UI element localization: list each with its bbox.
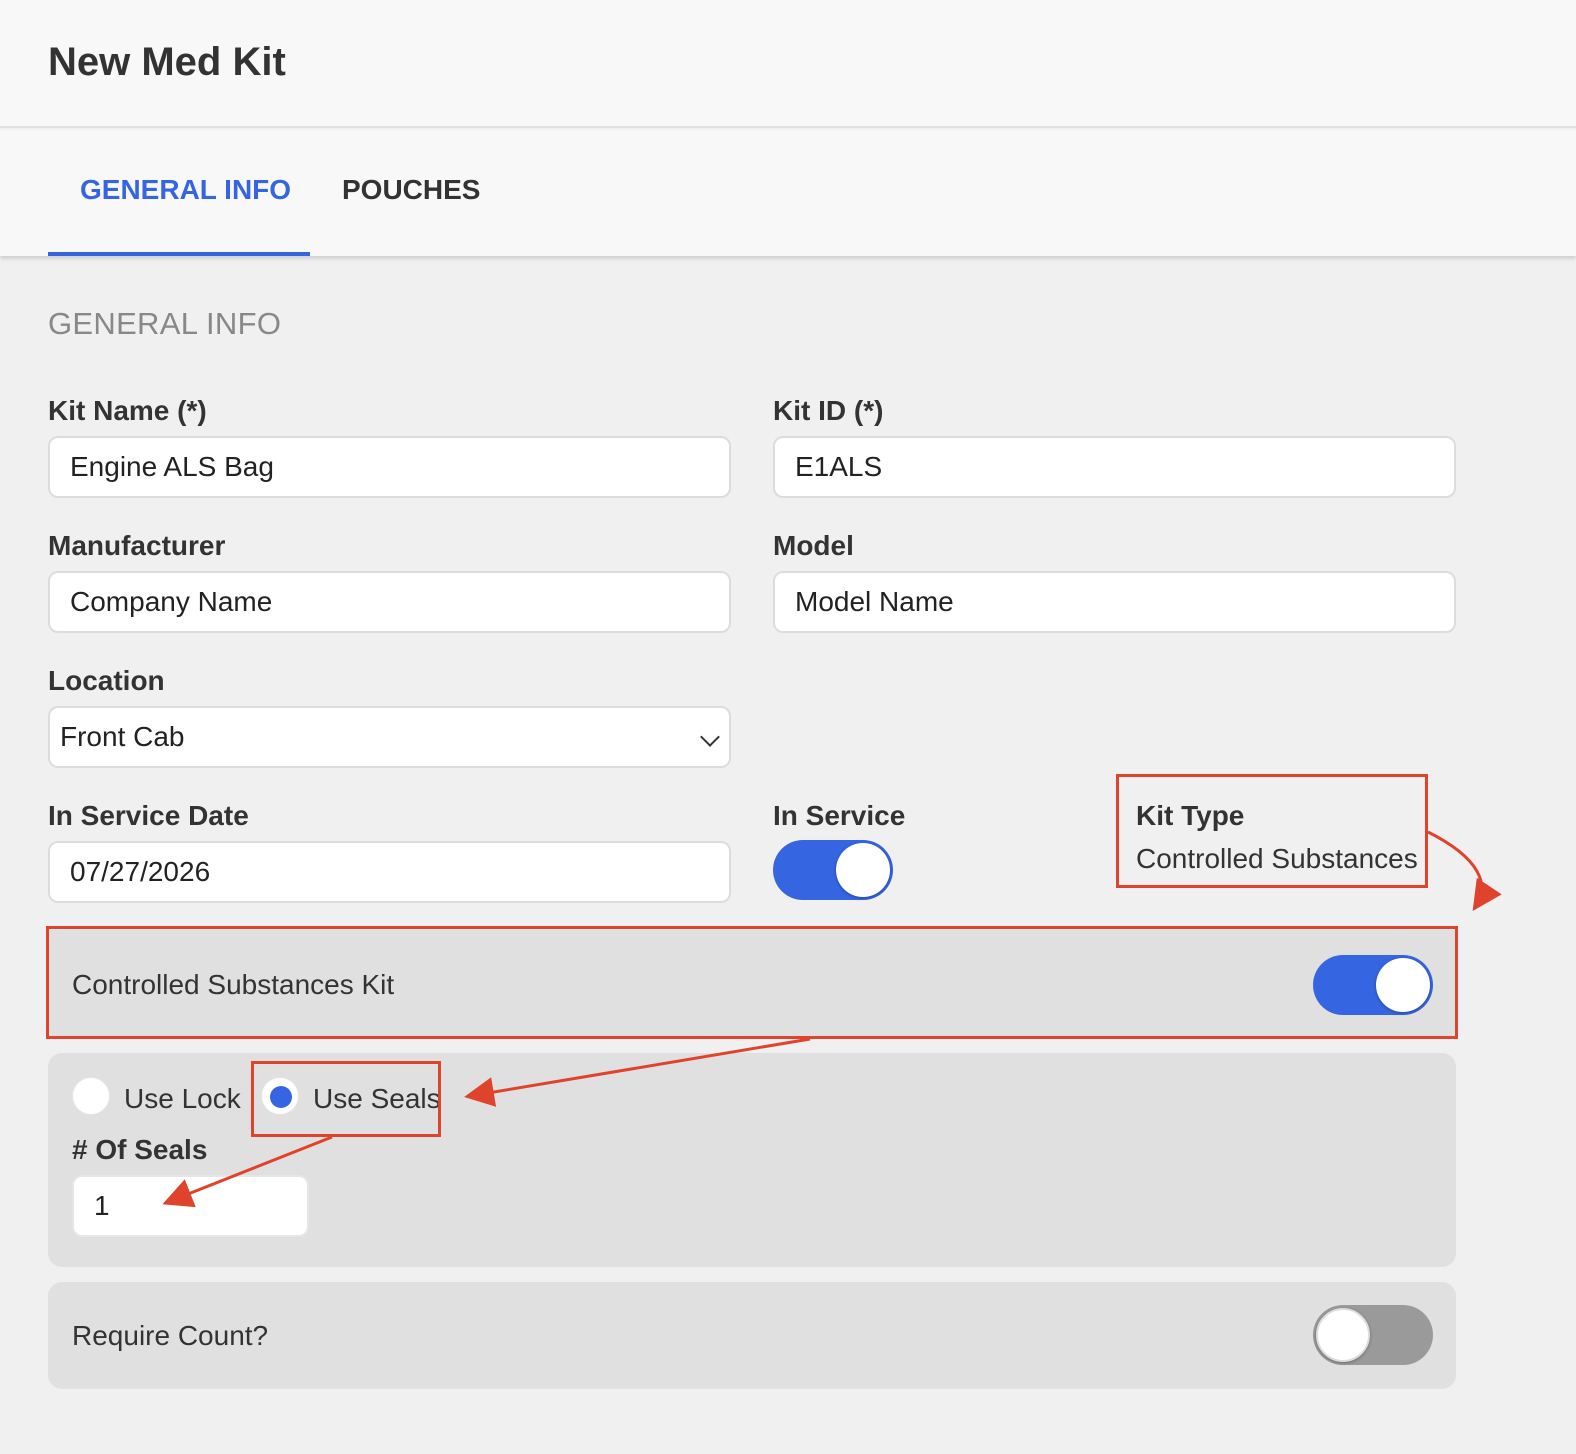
- page-header: New Med Kit: [0, 0, 1576, 128]
- seals-count-label: # Of Seals: [72, 1134, 208, 1165]
- kit-name-label: Kit Name (*): [48, 395, 207, 426]
- security-panel: Use Lock Use Seals # Of Seals: [48, 1053, 1456, 1267]
- seals-count-input[interactable]: [72, 1175, 309, 1237]
- model-label: Model: [773, 530, 854, 561]
- toggle-knob: [836, 843, 890, 897]
- tab-pouches[interactable]: POUCHES: [342, 174, 480, 206]
- kit-type-label: Kit Type: [1136, 800, 1245, 831]
- manufacturer-input[interactable]: [48, 571, 731, 633]
- in-service-date-input[interactable]: [48, 841, 731, 903]
- require-count-label: Require Count?: [72, 1320, 269, 1351]
- arrow-kit-type-to-panel: [1427, 830, 1502, 911]
- use-seals-radio[interactable]: [261, 1077, 299, 1115]
- controlled-substances-panel: Controlled Substances Kit: [48, 930, 1456, 1038]
- toggle-knob: [1376, 958, 1430, 1012]
- toggle-knob: [1316, 1308, 1370, 1362]
- location-select[interactable]: Front Cab: [48, 706, 731, 768]
- controlled-substances-label: Controlled Substances Kit: [72, 969, 395, 1000]
- kit-type-value: Controlled Substances: [1136, 843, 1418, 874]
- chevron-down-icon: [700, 727, 720, 747]
- kit-id-input[interactable]: [773, 436, 1456, 498]
- use-lock-label: Use Lock: [124, 1083, 241, 1114]
- in-service-toggle[interactable]: [773, 840, 893, 900]
- tab-general-info[interactable]: GENERAL INFO: [80, 174, 291, 206]
- use-seals-label: Use Seals: [313, 1083, 441, 1114]
- tab-bar: GENERAL INFO POUCHES: [0, 130, 1576, 256]
- section-title: GENERAL INFO: [48, 306, 282, 341]
- location-value: Front Cab: [60, 721, 185, 752]
- require-count-panel: Require Count?: [48, 1282, 1456, 1389]
- model-input[interactable]: [773, 571, 1456, 633]
- use-lock-radio[interactable]: [72, 1077, 110, 1115]
- in-service-date-label: In Service Date: [48, 800, 249, 831]
- manufacturer-label: Manufacturer: [48, 530, 226, 561]
- active-tab-indicator: [48, 252, 310, 256]
- controlled-substances-toggle[interactable]: [1313, 955, 1433, 1015]
- in-service-label: In Service: [773, 800, 906, 831]
- require-count-toggle[interactable]: [1313, 1305, 1433, 1365]
- location-label: Location: [48, 665, 165, 696]
- page-title: New Med Kit: [48, 40, 286, 84]
- kit-id-label: Kit ID (*): [773, 395, 884, 426]
- kit-name-input[interactable]: [48, 436, 731, 498]
